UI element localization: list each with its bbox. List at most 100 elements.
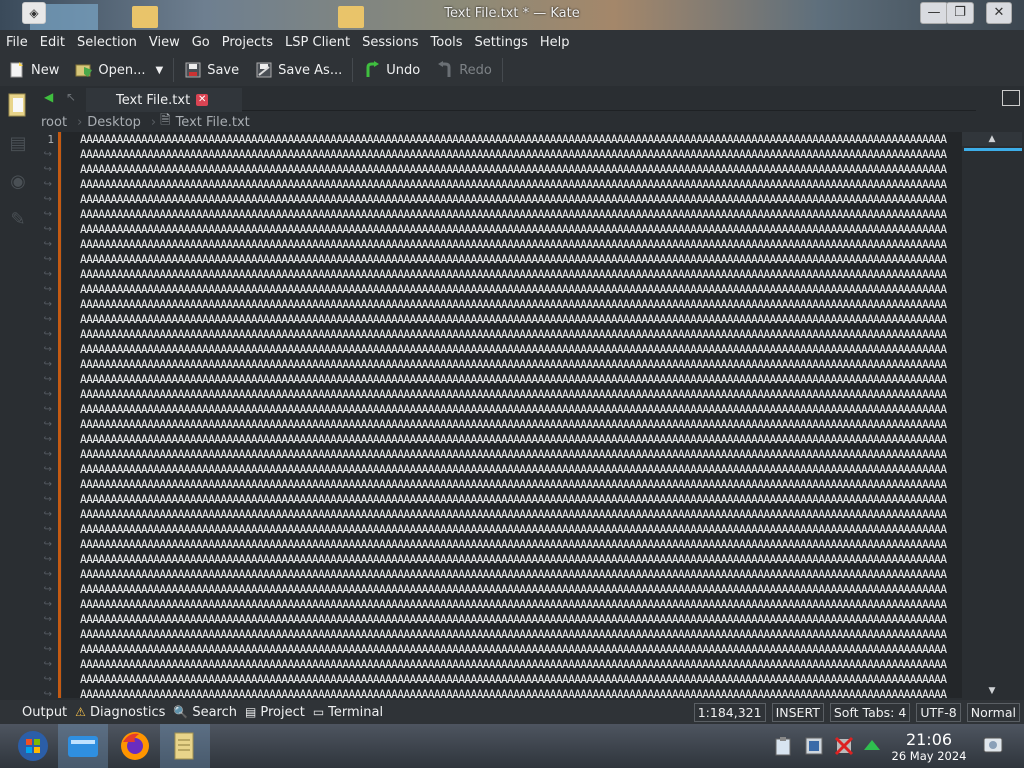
- close-tab-icon[interactable]: ✕: [196, 94, 209, 106]
- network-disconnected-icon[interactable]: [834, 736, 854, 756]
- editor-line[interactable]: AAAAAAAAAAAAAAAAAAAAAAAAAAAAAAAAAAAAAAAA…: [62, 567, 962, 582]
- tab-project[interactable]: ▤ Project: [241, 705, 309, 720]
- editor-line[interactable]: AAAAAAAAAAAAAAAAAAAAAAAAAAAAAAAAAAAAAAAA…: [62, 447, 962, 462]
- tab-search[interactable]: 🔍 Search: [169, 705, 241, 720]
- editor-line[interactable]: AAAAAAAAAAAAAAAAAAAAAAAAAAAAAAAAAAAAAAAA…: [62, 402, 962, 417]
- chevron-down-icon[interactable]: ▼: [155, 65, 163, 76]
- wrap-marker-icon: ↪: [43, 644, 52, 655]
- editor-line[interactable]: AAAAAAAAAAAAAAAAAAAAAAAAAAAAAAAAAAAAAAAA…: [62, 672, 962, 687]
- projects-icon[interactable]: ▤: [0, 124, 36, 162]
- menu-file[interactable]: File: [0, 35, 34, 50]
- editor-line[interactable]: AAAAAAAAAAAAAAAAAAAAAAAAAAAAAAAAAAAAAAAA…: [62, 132, 962, 147]
- file-manager-icon[interactable]: [58, 724, 108, 768]
- editor-line[interactable]: AAAAAAAAAAAAAAAAAAAAAAAAAAAAAAAAAAAAAAAA…: [62, 507, 962, 522]
- menu-selection[interactable]: Selection: [71, 35, 143, 50]
- editor-line[interactable]: AAAAAAAAAAAAAAAAAAAAAAAAAAAAAAAAAAAAAAAA…: [62, 267, 962, 282]
- back-arrow-icon[interactable]: ◀: [44, 90, 53, 104]
- minimize-button[interactable]: —: [920, 2, 948, 24]
- editor-line[interactable]: AAAAAAAAAAAAAAAAAAAAAAAAAAAAAAAAAAAAAAAA…: [62, 297, 962, 312]
- editor-line[interactable]: AAAAAAAAAAAAAAAAAAAAAAAAAAAAAAAAAAAAAAAA…: [62, 312, 962, 327]
- menu-sessions[interactable]: Sessions: [356, 35, 424, 50]
- split-view-icon[interactable]: [1002, 90, 1020, 106]
- close-button[interactable]: ✕: [986, 2, 1012, 24]
- editor-line[interactable]: AAAAAAAAAAAAAAAAAAAAAAAAAAAAAAAAAAAAAAAA…: [62, 342, 962, 357]
- history-icon[interactable]: ↖: [66, 90, 76, 104]
- updates-arrow-icon[interactable]: [862, 736, 882, 756]
- cursor-position[interactable]: 1:184,321: [693, 703, 766, 722]
- menu-projects[interactable]: Projects: [216, 35, 279, 50]
- symbols-icon[interactable]: ✎: [0, 200, 36, 238]
- breadcrumb-file[interactable]: Text File.txt: [176, 115, 250, 130]
- scroll-up-icon[interactable]: ▲: [962, 132, 1022, 146]
- breadcrumb-root[interactable]: root: [41, 115, 67, 130]
- menu-help[interactable]: Help: [534, 35, 576, 50]
- tab-terminal[interactable]: ▭ Terminal: [309, 705, 387, 720]
- editor-line[interactable]: AAAAAAAAAAAAAAAAAAAAAAAAAAAAAAAAAAAAAAAA…: [62, 612, 962, 627]
- editor-line[interactable]: AAAAAAAAAAAAAAAAAAAAAAAAAAAAAAAAAAAAAAAA…: [62, 327, 962, 342]
- scroll-down-icon[interactable]: ▼: [962, 684, 1022, 698]
- editor-line[interactable]: AAAAAAAAAAAAAAAAAAAAAAAAAAAAAAAAAAAAAAAA…: [62, 492, 962, 507]
- wrap-marker-icon: ↪: [43, 494, 52, 505]
- menu-tools[interactable]: Tools: [425, 35, 469, 50]
- start-menu-icon[interactable]: [8, 724, 58, 768]
- redo-button[interactable]: Redo: [428, 56, 500, 84]
- device-icon[interactable]: [804, 736, 824, 756]
- editor-line[interactable]: AAAAAAAAAAAAAAAAAAAAAAAAAAAAAAAAAAAAAAAA…: [62, 252, 962, 267]
- editor-line[interactable]: AAAAAAAAAAAAAAAAAAAAAAAAAAAAAAAAAAAAAAAA…: [62, 657, 962, 672]
- save-as-button[interactable]: Save As...: [247, 56, 350, 84]
- window-titlebar[interactable]: ◈ Text File.txt * — Kate — ❐ ✕: [0, 0, 1024, 30]
- editor-line[interactable]: AAAAAAAAAAAAAAAAAAAAAAAAAAAAAAAAAAAAAAAA…: [62, 177, 962, 192]
- firefox-icon[interactable]: [110, 724, 160, 768]
- editor-line[interactable]: AAAAAAAAAAAAAAAAAAAAAAAAAAAAAAAAAAAAAAAA…: [62, 462, 962, 477]
- editor-line[interactable]: AAAAAAAAAAAAAAAAAAAAAAAAAAAAAAAAAAAAAAAA…: [62, 222, 962, 237]
- tab-text-file[interactable]: Text File.txt ✕: [86, 88, 242, 112]
- editor-line[interactable]: AAAAAAAAAAAAAAAAAAAAAAAAAAAAAAAAAAAAAAAA…: [62, 552, 962, 567]
- encoding[interactable]: UTF-8: [916, 703, 961, 722]
- menu-view[interactable]: View: [143, 35, 186, 50]
- editor-line[interactable]: AAAAAAAAAAAAAAAAAAAAAAAAAAAAAAAAAAAAAAAA…: [62, 237, 962, 252]
- editor-line[interactable]: AAAAAAAAAAAAAAAAAAAAAAAAAAAAAAAAAAAAAAAA…: [62, 477, 962, 492]
- menu-settings[interactable]: Settings: [469, 35, 534, 50]
- editor-line[interactable]: AAAAAAAAAAAAAAAAAAAAAAAAAAAAAAAAAAAAAAAA…: [62, 372, 962, 387]
- editor-line[interactable]: AAAAAAAAAAAAAAAAAAAAAAAAAAAAAAAAAAAAAAAA…: [62, 282, 962, 297]
- tab-bar: ◀ ↖ Text File.txt ✕: [36, 86, 1024, 112]
- editor-line[interactable]: AAAAAAAAAAAAAAAAAAAAAAAAAAAAAAAAAAAAAAAA…: [62, 357, 962, 372]
- maximize-button[interactable]: ❐: [946, 2, 974, 24]
- editor-line[interactable]: AAAAAAAAAAAAAAAAAAAAAAAAAAAAAAAAAAAAAAAA…: [62, 642, 962, 657]
- kate-icon[interactable]: [160, 724, 210, 768]
- editor-line[interactable]: AAAAAAAAAAAAAAAAAAAAAAAAAAAAAAAAAAAAAAAA…: [62, 207, 962, 222]
- tab-output[interactable]: Output: [18, 705, 71, 720]
- editor-line[interactable]: AAAAAAAAAAAAAAAAAAAAAAAAAAAAAAAAAAAAAAAA…: [62, 627, 962, 642]
- undo-button[interactable]: Undo: [355, 56, 428, 84]
- show-desktop-icon[interactable]: [982, 734, 1003, 754]
- edit-mode[interactable]: INSERT: [771, 703, 824, 722]
- git-icon[interactable]: ◉: [0, 162, 36, 200]
- tab-diagnostics[interactable]: ⚠ Diagnostics: [71, 705, 169, 720]
- editor-line[interactable]: AAAAAAAAAAAAAAAAAAAAAAAAAAAAAAAAAAAAAAAA…: [62, 432, 962, 447]
- vertical-scrollbar[interactable]: ▲ ▼: [962, 132, 1022, 698]
- indentation-mode[interactable]: Soft Tabs: 4: [829, 703, 911, 722]
- editor-line[interactable]: AAAAAAAAAAAAAAAAAAAAAAAAAAAAAAAAAAAAAAAA…: [62, 147, 962, 162]
- save-button[interactable]: Save: [176, 56, 247, 84]
- system-clock[interactable]: 21:06 26 May 2024: [880, 731, 978, 764]
- input-mode[interactable]: Normal: [966, 703, 1020, 722]
- clipboard-icon[interactable]: [774, 736, 794, 756]
- editor-line[interactable]: AAAAAAAAAAAAAAAAAAAAAAAAAAAAAAAAAAAAAAAA…: [62, 582, 962, 597]
- text-editor[interactable]: AAAAAAAAAAAAAAAAAAAAAAAAAAAAAAAAAAAAAAAA…: [62, 132, 962, 698]
- editor-line[interactable]: AAAAAAAAAAAAAAAAAAAAAAAAAAAAAAAAAAAAAAAA…: [62, 597, 962, 612]
- editor-line[interactable]: AAAAAAAAAAAAAAAAAAAAAAAAAAAAAAAAAAAAAAAA…: [62, 537, 962, 552]
- breadcrumb-desktop[interactable]: Desktop: [87, 115, 141, 130]
- editor-line[interactable]: AAAAAAAAAAAAAAAAAAAAAAAAAAAAAAAAAAAAAAAA…: [62, 522, 962, 537]
- editor-line[interactable]: AAAAAAAAAAAAAAAAAAAAAAAAAAAAAAAAAAAAAAAA…: [62, 162, 962, 177]
- open-button[interactable]: Open... ▼: [67, 56, 171, 84]
- menu-go[interactable]: Go: [186, 35, 216, 50]
- editor-line[interactable]: AAAAAAAAAAAAAAAAAAAAAAAAAAAAAAAAAAAAAAAA…: [62, 192, 962, 207]
- undo-icon: [363, 61, 381, 79]
- new-button[interactable]: New: [0, 56, 67, 84]
- menu-edit[interactable]: Edit: [34, 35, 71, 50]
- editor-line[interactable]: AAAAAAAAAAAAAAAAAAAAAAAAAAAAAAAAAAAAAAAA…: [62, 687, 962, 698]
- documents-icon[interactable]: [0, 86, 36, 124]
- editor-line[interactable]: AAAAAAAAAAAAAAAAAAAAAAAAAAAAAAAAAAAAAAAA…: [62, 387, 962, 402]
- menu-lsp-client[interactable]: LSP Client: [279, 35, 356, 50]
- editor-line[interactable]: AAAAAAAAAAAAAAAAAAAAAAAAAAAAAAAAAAAAAAAA…: [62, 417, 962, 432]
